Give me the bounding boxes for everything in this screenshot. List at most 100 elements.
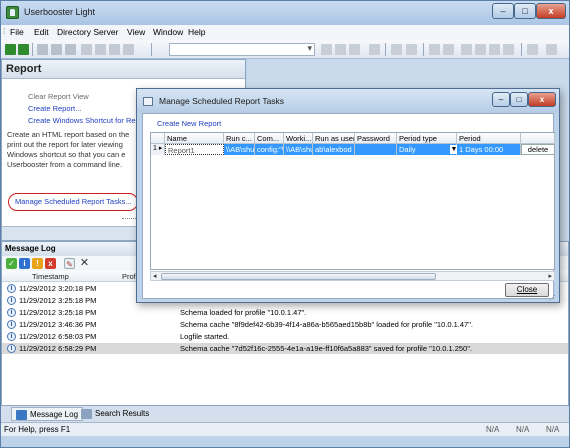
dialog-minimize-button[interactable]: – [492,92,510,107]
col-timestamp[interactable]: Timestamp [32,272,69,281]
toolbar [1,40,569,59]
grid-col-period-type[interactable]: Period type [397,133,457,144]
info-icon: i [7,332,16,341]
filter-success-icon[interactable]: ✓ [6,258,17,269]
cell-working-dir[interactable]: \\AB\shu [284,144,313,155]
menu-directory-server[interactable]: Directory Server [57,27,118,37]
connect-icon[interactable] [429,44,440,55]
maximize-button[interactable]: □ [514,3,536,19]
grid-col-period[interactable]: Period [457,133,521,144]
close-log-icon[interactable]: ✕ [79,258,90,269]
close-window-button[interactable]: x [536,3,566,19]
log-row[interactable]: i 11/29/2012 6:58:03 PM Logfile started. [2,331,568,342]
edit-object-icon[interactable] [109,44,120,55]
menu-window[interactable]: Window [153,27,183,37]
help-icon[interactable] [406,44,417,55]
copy-icon[interactable] [51,44,62,55]
cell-run-as-user[interactable]: ab\alexbod [313,144,355,155]
scroll-right-icon[interactable]: ▸ [548,272,552,280]
tool-e-icon[interactable] [527,44,538,55]
menu-help[interactable]: Help [188,27,205,37]
filter-info-icon[interactable]: i [19,258,30,269]
create-report-link[interactable]: Create Report... [28,104,81,113]
tab-search-results[interactable]: Search Results [77,407,153,421]
close-button[interactable]: Close [505,283,549,297]
menu-view[interactable]: View [127,27,145,37]
status-bar: For Help, press F1 N/A N/A N/A [1,422,569,436]
dialog-body: Create New Report Name Run c... Com... W… [142,113,555,299]
message-log-title: Message Log [5,244,56,253]
grid-col-command[interactable]: Com... [255,133,284,144]
new-object-icon[interactable] [95,44,106,55]
sync-icon[interactable] [335,44,346,55]
delete-row-button[interactable]: delete [521,144,555,155]
log-row[interactable]: i 11/29/2012 3:46:36 PM Schema cache "8f… [2,319,568,330]
log-row[interactable]: i 11/29/2012 3:25:18 PM Schema loaded fo… [2,307,568,318]
status-help-text: For Help, press F1 [4,425,71,434]
tool-a-icon[interactable] [461,44,472,55]
tool-d-icon[interactable] [503,44,514,55]
grid-horizontal-scrollbar[interactable]: ◂ ▸ [150,271,555,281]
cell-period-type[interactable]: Daily [397,144,457,155]
filter-error-icon[interactable]: x [45,258,56,269]
grid-col-name[interactable]: Name [165,133,224,144]
resize-grip-icon[interactable]: ⋰ [549,294,556,302]
grid-col-run-as-user[interactable]: Run as user [313,133,355,144]
properties-icon[interactable] [81,44,92,55]
log-row-selected[interactable]: i 11/29/2012 6:58:29 PM Schema cache "7d… [2,343,568,354]
tab-message-log[interactable]: Message Log [11,407,84,421]
toolbar-separator [521,43,522,56]
minimize-button[interactable]: – [492,3,514,19]
menu-bar: ⁞ File Edit Directory Server View Window… [1,25,569,40]
clear-report-view-link[interactable]: Clear Report View [28,92,89,101]
filter-warning-icon[interactable]: ! [32,258,43,269]
toolbar-separator [32,43,33,56]
grid-col-actions [521,133,555,144]
dialog-title: Manage Scheduled Report Tasks [159,96,285,106]
grid-col-run-command[interactable]: Run c... [224,133,255,144]
app-icon [6,6,19,19]
tool-f-icon[interactable] [546,44,557,55]
menu-file[interactable]: File [10,27,24,37]
info-icon: i [7,296,16,305]
forward-icon[interactable] [18,44,29,55]
toolbar-separator [151,43,152,56]
paste-icon[interactable] [65,44,76,55]
info-icon: i [7,284,16,293]
toolbar-separator [423,43,424,56]
dialog-close-x-button[interactable]: x [528,92,556,107]
clear-log-icon[interactable]: ✎ [64,258,75,269]
search-results-icon [81,409,92,419]
create-new-report-link[interactable]: Create New Report [157,119,221,128]
delete-object-icon[interactable] [123,44,134,55]
scroll-left-icon[interactable]: ◂ [153,272,157,280]
refresh-icon[interactable] [321,44,332,55]
cell-command[interactable]: config:"\ [255,144,284,155]
menu-edit[interactable]: Edit [34,27,49,37]
info-icon: i [7,308,16,317]
filter-icon[interactable] [349,44,360,55]
menu-grip-icon: ⁞ [3,26,6,36]
grid-col-password[interactable]: Password [355,133,397,144]
cut-icon[interactable] [37,44,48,55]
cell-name[interactable]: Report1 [165,144,224,155]
disconnect-icon[interactable] [443,44,454,55]
cell-password[interactable] [355,144,397,155]
find-icon[interactable] [369,44,380,55]
toolbar-combo[interactable] [169,43,315,56]
scrollbar-thumb[interactable] [161,273,436,280]
info-icon: i [7,344,16,353]
manage-scheduled-tasks-link[interactable]: Manage Scheduled Report Tasks... [15,197,132,206]
document-icon[interactable] [391,44,402,55]
grid-row-header[interactable]: 1 ▸ [151,144,165,155]
tool-c-icon[interactable] [489,44,500,55]
bottom-tabs: Message Log Search Results [1,406,569,422]
back-icon[interactable] [5,44,16,55]
grid-col-working-dir[interactable]: Worki... [284,133,313,144]
window-title: Userbooster Light [24,7,96,17]
dialog-maximize-button[interactable]: □ [510,92,528,107]
cell-run-command[interactable]: \\AB\shu [224,144,255,155]
cell-period[interactable]: 1 Days 00:00 [457,144,521,155]
tool-b-icon[interactable] [475,44,486,55]
toolbar-separator [385,43,386,56]
